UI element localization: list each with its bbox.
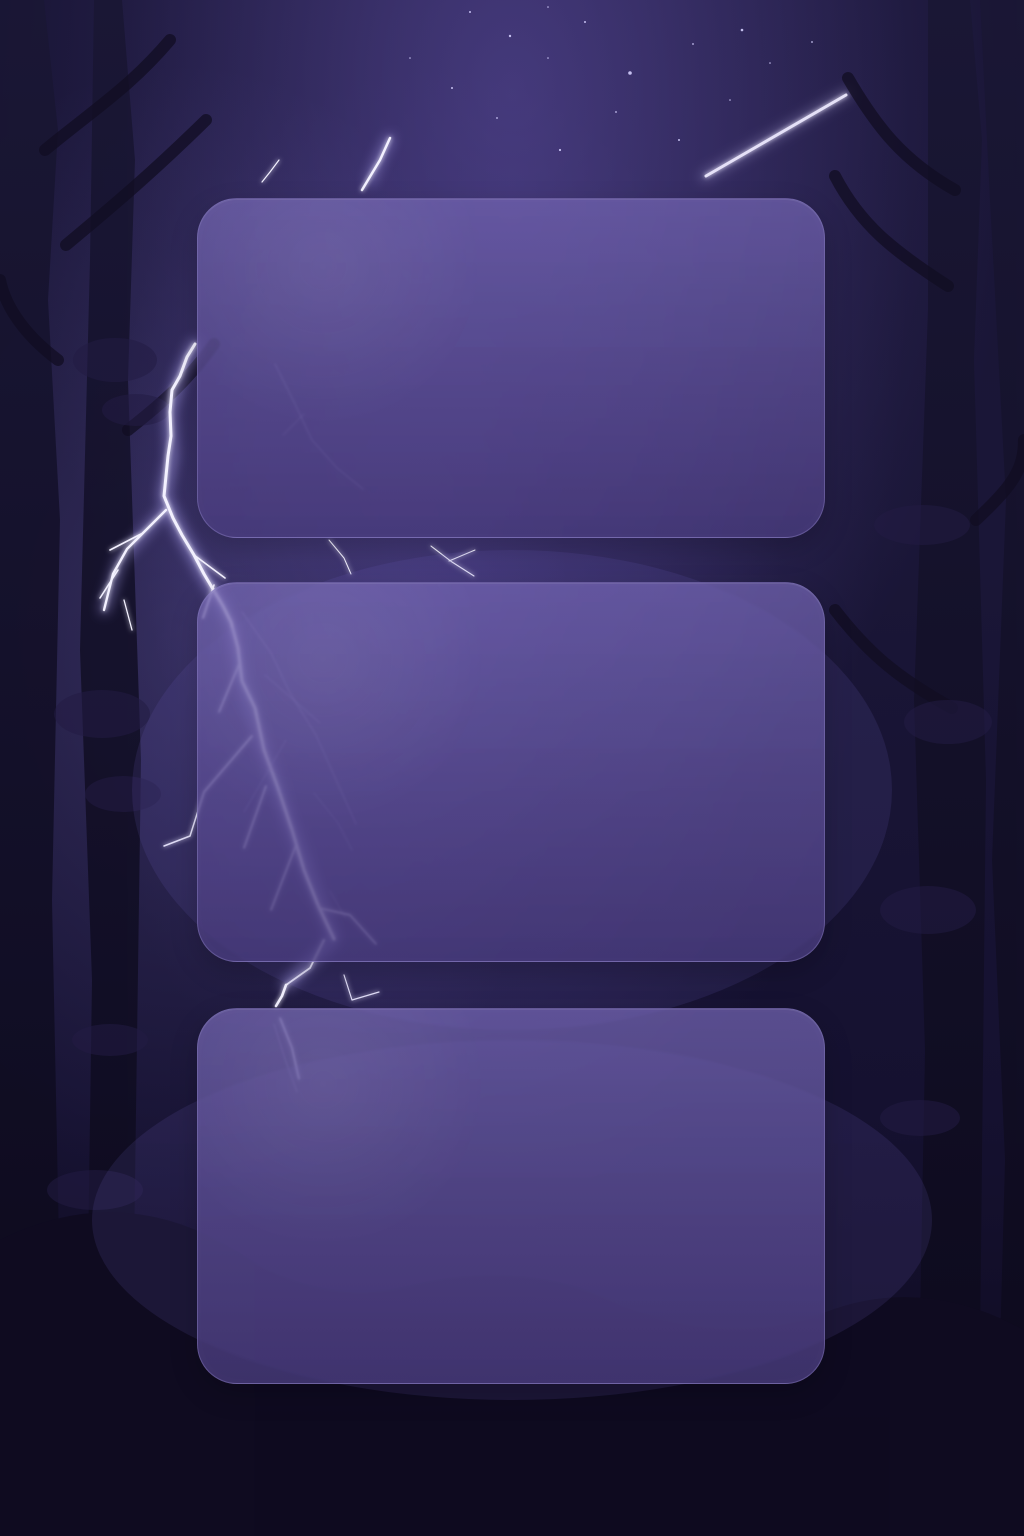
shooting-star bbox=[704, 93, 848, 178]
storm-forest-screen bbox=[0, 0, 1024, 1536]
frosted-panel-bottom bbox=[197, 1008, 825, 1384]
stars bbox=[409, 6, 813, 152]
frosted-panel-middle bbox=[197, 582, 825, 962]
frosted-panel-top bbox=[197, 198, 825, 538]
